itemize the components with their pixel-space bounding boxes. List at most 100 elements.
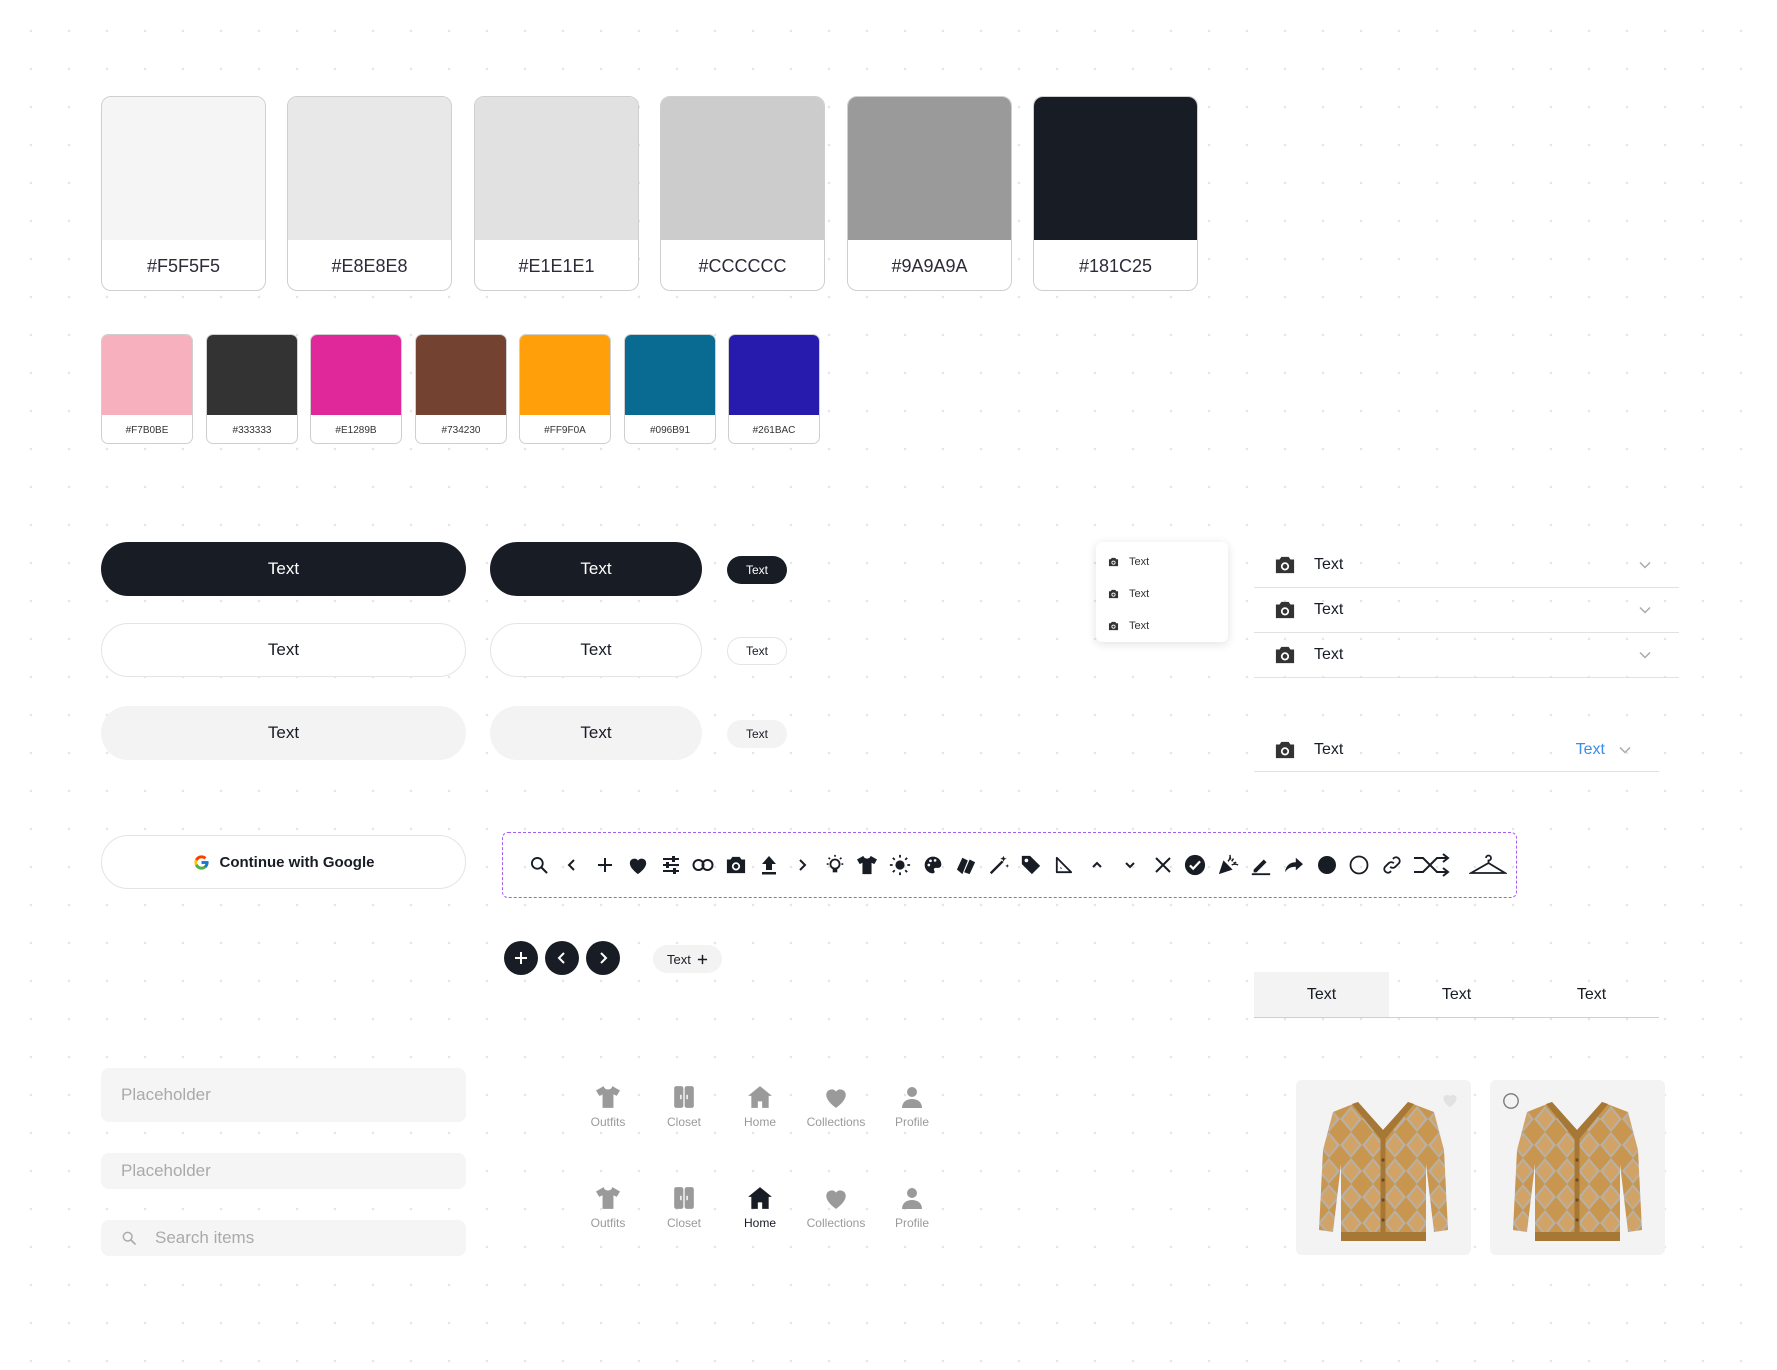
camera-icon — [1275, 556, 1295, 574]
list-row-value[interactable]: Text — [1576, 741, 1605, 759]
outline-button-small[interactable]: Text — [727, 637, 787, 665]
nav-item-closet[interactable]: Closet — [646, 1186, 722, 1230]
nav-item-collections[interactable]: Collections — [798, 1085, 874, 1129]
party-popper-icon[interactable] — [1212, 847, 1245, 883]
tab-2[interactable]: Text — [1389, 972, 1524, 1017]
swatch-9a9a9a: #9A9A9A — [847, 96, 1012, 291]
list-row[interactable]: Text — [1254, 543, 1679, 588]
outline-button-large[interactable]: Text — [101, 623, 466, 677]
add-button[interactable] — [504, 941, 538, 975]
closet-icon — [674, 1187, 694, 1209]
link-outline-icon[interactable] — [1376, 847, 1409, 883]
menu-item-label: Text — [1129, 620, 1150, 632]
chevron-right-icon[interactable] — [785, 847, 818, 883]
close-icon[interactable] — [1146, 847, 1179, 883]
palette-icon[interactable] — [917, 847, 950, 883]
tab-3[interactable]: Text — [1524, 972, 1659, 1017]
swatch-cccccc: #CCCCCC — [660, 96, 825, 291]
list-row-label: Text — [1314, 740, 1344, 758]
swatch-181c25: #181C25 — [1033, 96, 1198, 291]
add-chip[interactable]: Text — [653, 945, 722, 973]
share-arrow-icon[interactable] — [1277, 847, 1310, 883]
chevron-down-icon[interactable] — [1113, 847, 1146, 883]
outline-button-medium[interactable]: Text — [490, 623, 702, 677]
swatch-734230: #734230 — [415, 334, 507, 444]
empty-circle-icon[interactable] — [1343, 847, 1376, 883]
primary-button-small[interactable]: Text — [727, 556, 787, 584]
large-text-input[interactable]: Placeholder — [101, 1068, 466, 1122]
filled-circle-icon[interactable] — [1310, 847, 1343, 883]
plus-icon[interactable] — [589, 847, 622, 883]
swatch-e1289b: #E1289B — [310, 334, 402, 444]
tshirt-icon[interactable] — [851, 847, 884, 883]
pen-icon[interactable] — [1245, 847, 1278, 883]
list-row[interactable]: Text — [1254, 633, 1679, 678]
google-logo-icon — [193, 854, 209, 870]
check-circle-icon[interactable] — [1179, 847, 1212, 883]
google-button-label: Continue with Google — [219, 853, 375, 871]
camera-icon[interactable] — [720, 847, 753, 883]
menu-item[interactable]: Text — [1096, 578, 1228, 610]
upload-icon[interactable] — [753, 847, 786, 883]
swatch-fill — [520, 335, 610, 415]
nav-item-home[interactable]: Home — [722, 1085, 798, 1129]
soft-button-small[interactable]: Text — [727, 720, 787, 748]
list-row-with-value[interactable]: Text Text — [1254, 728, 1659, 772]
list-row[interactable]: Text — [1254, 588, 1679, 633]
swatch-fill — [729, 335, 819, 415]
swatches-icon[interactable] — [949, 847, 982, 883]
primary-button-medium[interactable]: Text — [490, 542, 702, 596]
select-circle-icon[interactable] — [1502, 1092, 1520, 1110]
swatch-f7b0be: #F7B0BE — [101, 334, 193, 444]
google-signin-button[interactable]: Continue with Google — [101, 835, 466, 889]
swatch-fill — [207, 335, 297, 415]
product-card[interactable] — [1296, 1080, 1471, 1255]
swatch-code: #181C25 — [1078, 255, 1153, 276]
nav-item-home-active[interactable]: Home — [722, 1186, 798, 1230]
bottom-nav: Outfits Closet Home Collections Profile — [570, 1085, 950, 1129]
heart-icon[interactable] — [1441, 1092, 1459, 1108]
chevron-left-icon[interactable] — [556, 847, 589, 883]
previous-button[interactable] — [545, 941, 579, 975]
list-row-label: Text — [1314, 556, 1344, 573]
sliders-icon[interactable] — [654, 847, 687, 883]
soft-button-medium[interactable]: Text — [490, 706, 702, 760]
nav-item-collections[interactable]: Collections — [798, 1186, 874, 1230]
tab-1[interactable]: Text — [1254, 972, 1389, 1017]
segmented-tabs: Text Text Text — [1254, 972, 1659, 1018]
hanger-icon[interactable] — [1461, 847, 1516, 883]
swatch-code: #096B91 — [649, 424, 691, 436]
swatch-333333: #333333 — [206, 334, 298, 444]
nav-item-closet[interactable]: Closet — [646, 1085, 722, 1129]
search-icon[interactable] — [523, 847, 556, 883]
product-card-selectable[interactable] — [1490, 1080, 1665, 1255]
chevron-up-icon[interactable] — [1081, 847, 1114, 883]
soft-button-large[interactable]: Text — [101, 706, 466, 760]
medium-text-input[interactable]: Placeholder — [101, 1153, 466, 1189]
heart-icon[interactable] — [621, 847, 654, 883]
nav-item-outfits[interactable]: Outfits — [570, 1186, 646, 1230]
chevron-right-icon — [600, 952, 608, 964]
menu-item[interactable]: Text — [1096, 546, 1228, 578]
swatch-fill — [102, 97, 265, 240]
nav-item-profile[interactable]: Profile — [874, 1186, 950, 1230]
ruler-icon[interactable] — [1048, 847, 1081, 883]
icon-strip — [502, 832, 1517, 898]
swatch-fill — [661, 97, 824, 240]
shuffle-icon[interactable] — [1409, 847, 1455, 883]
lightbulb-icon[interactable] — [818, 847, 851, 883]
search-input[interactable]: Search items — [101, 1220, 466, 1256]
tag-icon[interactable] — [1015, 847, 1048, 883]
next-button[interactable] — [586, 941, 620, 975]
nav-item-outfits[interactable]: Outfits — [570, 1085, 646, 1129]
menu-item[interactable]: Text — [1096, 610, 1228, 642]
sun-icon[interactable] — [884, 847, 917, 883]
swatch-code: #734230 — [441, 424, 481, 436]
nav-item-profile[interactable]: Profile — [874, 1085, 950, 1129]
primary-button-large[interactable]: Text — [101, 542, 466, 596]
link-icon[interactable] — [687, 847, 720, 883]
camera-icon — [1275, 741, 1295, 758]
magic-wand-icon[interactable] — [982, 847, 1015, 883]
swatch-fill — [1034, 97, 1197, 240]
camera-icon — [1108, 621, 1119, 631]
